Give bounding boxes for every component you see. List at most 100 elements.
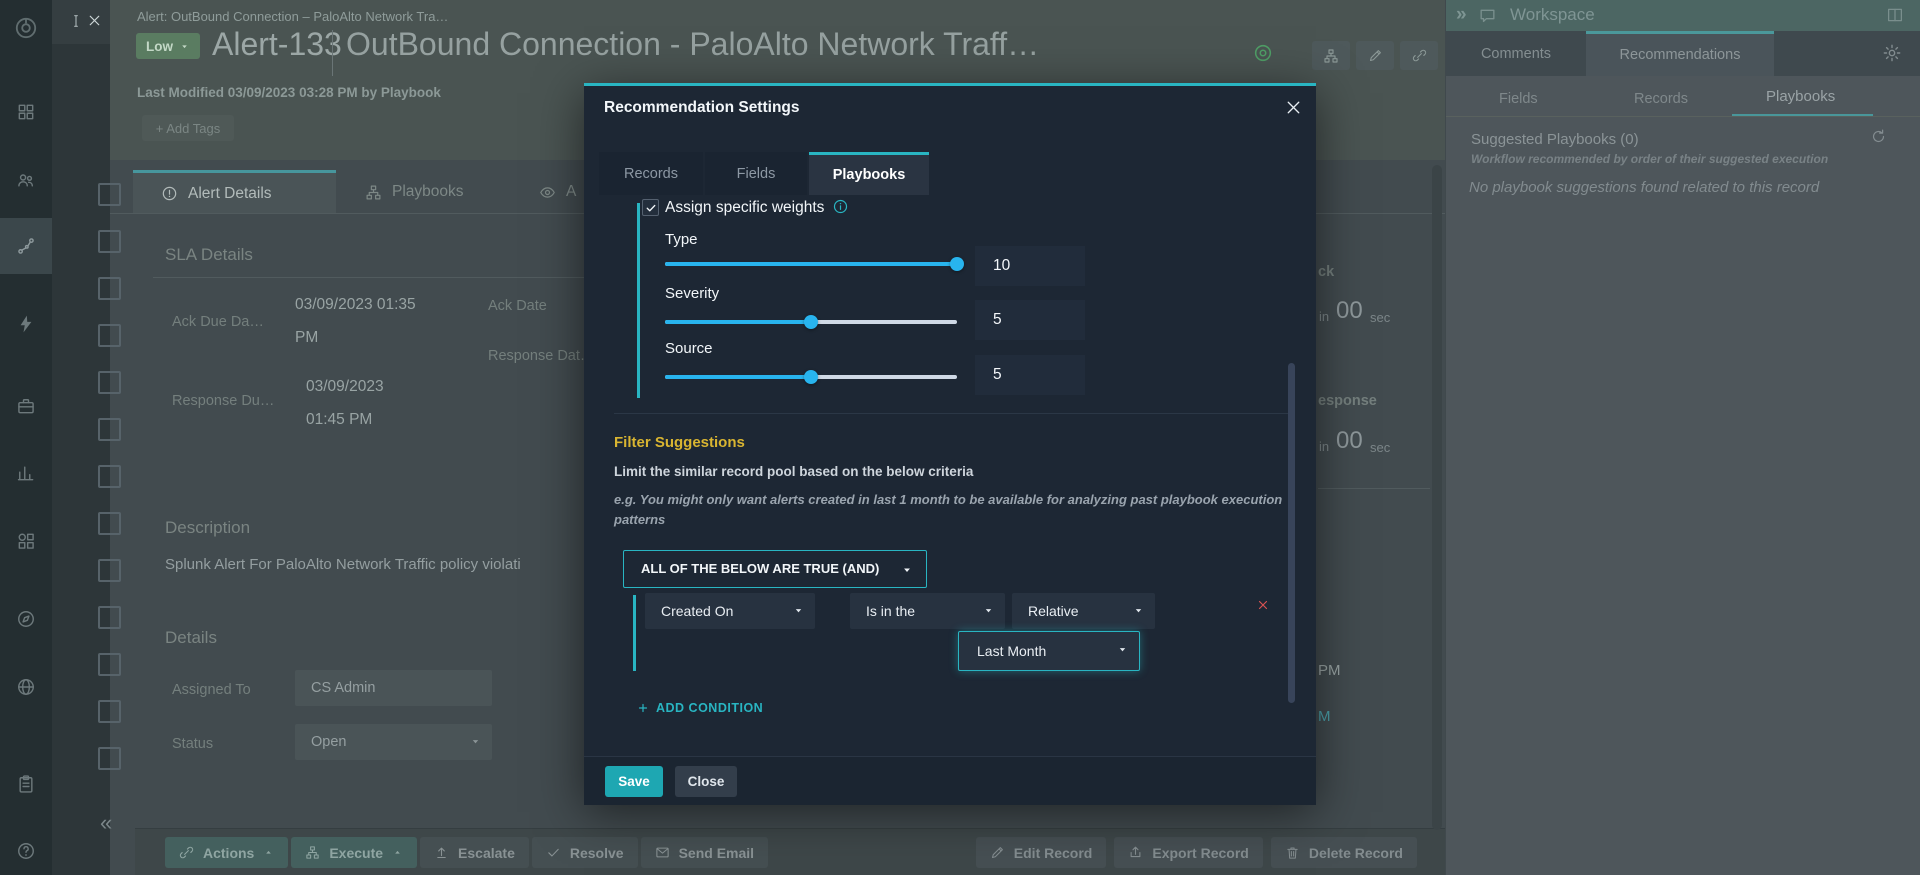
- sitemap-icon: [305, 845, 320, 860]
- record-checkbox[interactable]: [98, 418, 121, 441]
- target-icon: [1252, 42, 1274, 64]
- record-checkbox[interactable]: [98, 371, 121, 394]
- record-checkbox[interactable]: [98, 512, 121, 535]
- type-weight-value[interactable]: 10: [975, 246, 1085, 286]
- record-checkbox[interactable]: [98, 324, 121, 347]
- subtab-records[interactable]: Records: [1634, 91, 1688, 107]
- expand-panel-button[interactable]: »: [1456, 3, 1467, 28]
- source-weight-value[interactable]: 5: [975, 355, 1085, 395]
- sidebar-item-case-management[interactable]: [0, 384, 52, 428]
- condition-field-dropdown[interactable]: Created On: [645, 593, 815, 629]
- info-icon[interactable]: [832, 198, 849, 215]
- record-checkbox[interactable]: [98, 606, 121, 629]
- ack-due-label: Ack Due Da…: [172, 314, 264, 330]
- assigned-to-label: Assigned To: [172, 682, 251, 698]
- subtab-fields[interactable]: Fields: [1499, 91, 1538, 107]
- modal-close-icon[interactable]: [1283, 97, 1304, 118]
- refresh-icon: [1870, 128, 1887, 145]
- sidebar-item-automation[interactable]: [0, 302, 52, 346]
- severity-weight-value[interactable]: 5: [975, 300, 1085, 340]
- columns-icon[interactable]: [1886, 6, 1904, 24]
- condition-value-dropdown[interactable]: Last Month: [958, 631, 1140, 671]
- record-checkbox[interactable]: [98, 183, 121, 206]
- record-checkbox[interactable]: [98, 465, 121, 488]
- alert-id: Alert-133: [212, 26, 342, 63]
- caret-down-icon: [1116, 643, 1129, 656]
- resolve-button[interactable]: Resolve: [532, 837, 638, 868]
- refresh-icon[interactable]: [1870, 128, 1887, 145]
- actions-button[interactable]: Actions: [165, 837, 288, 868]
- escalate-button[interactable]: Escalate: [420, 837, 529, 868]
- status-label: Status: [172, 736, 213, 752]
- record-checkbox[interactable]: [98, 277, 121, 300]
- sidebar-item-navigator[interactable]: [0, 597, 52, 641]
- gear-icon[interactable]: [1882, 43, 1902, 63]
- status-dropdown[interactable]: Open: [295, 724, 492, 760]
- delete-record-button[interactable]: Delete Record: [1271, 837, 1417, 868]
- caret-down-icon: [792, 604, 805, 617]
- breadcrumb: Alert: OutBound Connection – PaloAlto Ne…: [137, 9, 448, 24]
- send-email-button[interactable]: Send Email: [641, 837, 768, 868]
- ack-due-value: 03/09/2023 01:35: [295, 296, 416, 314]
- sidebar-item-threat-intel[interactable]: [0, 665, 52, 709]
- slider-thumb[interactable]: [950, 257, 964, 271]
- add-condition-button[interactable]: ADD CONDITION: [637, 701, 763, 715]
- modal-tab-playbooks[interactable]: Playbooks: [809, 152, 929, 195]
- remove-condition-icon[interactable]: [1256, 598, 1270, 612]
- response-due-value-2: 01:45 PM: [306, 411, 372, 429]
- sidebar-item-incident-response[interactable]: [0, 218, 52, 274]
- playbook-run-button[interactable]: [1312, 41, 1350, 70]
- record-checkbox[interactable]: [98, 653, 121, 676]
- workspace-header: » Workspace: [1446, 0, 1920, 31]
- details-title: Details: [165, 628, 217, 648]
- slider-thumb[interactable]: [804, 370, 818, 384]
- sidebar-item-widgets[interactable]: [0, 519, 52, 563]
- save-button[interactable]: Save: [605, 766, 663, 797]
- tab-recommendations[interactable]: Recommendations: [1586, 31, 1774, 76]
- sidebar-item-dashboard[interactable]: [0, 90, 52, 134]
- close-button[interactable]: Close: [675, 766, 737, 797]
- add-tags-button[interactable]: + Add Tags: [142, 115, 234, 141]
- subtab-playbooks[interactable]: Playbooks: [1766, 88, 1835, 105]
- record-checkbox[interactable]: [98, 230, 121, 253]
- close-icon[interactable]: [86, 12, 103, 29]
- button-label: Actions: [203, 845, 254, 861]
- condition-mode-dropdown[interactable]: Relative: [1012, 593, 1155, 629]
- chat-icon: [1478, 6, 1497, 25]
- export-record-button[interactable]: Export Record: [1114, 837, 1262, 868]
- record-checkbox[interactable]: [98, 747, 121, 770]
- record-checkbox[interactable]: [98, 559, 121, 582]
- edit-record-button[interactable]: Edit Record: [976, 837, 1107, 868]
- link-button[interactable]: [1400, 41, 1438, 70]
- tab-comments[interactable]: Comments: [1461, 31, 1571, 76]
- modal-tab-records[interactable]: Records: [599, 152, 703, 195]
- tab-playbooks[interactable]: Playbooks: [337, 170, 510, 214]
- slider-thumb[interactable]: [804, 315, 818, 329]
- condition-operator-dropdown[interactable]: Is in the: [850, 593, 1005, 629]
- clipped-text-fragment: in: [1319, 309, 1329, 324]
- severity-badge[interactable]: Low: [136, 33, 200, 59]
- caret-down-icon: [469, 735, 482, 748]
- type-weight-slider[interactable]: [665, 262, 957, 266]
- sidebar-item-reports[interactable]: [0, 451, 52, 495]
- plus-icon: [637, 702, 649, 714]
- modal-tab-fields[interactable]: Fields: [705, 152, 807, 195]
- filter-suggestions-title: Filter Suggestions: [614, 434, 745, 451]
- tab-alert-details[interactable]: Alert Details: [133, 170, 336, 214]
- edit-button[interactable]: [1356, 41, 1394, 70]
- logical-operator-dropdown[interactable]: ALL OF THE BELOW ARE TRUE (AND): [623, 550, 927, 588]
- app-logo[interactable]: [0, 8, 52, 48]
- sidebar-item-queues[interactable]: [0, 158, 52, 202]
- record-checkbox[interactable]: [98, 700, 121, 723]
- record-action-bar: ActionsExecuteEscalateResolveSend Email …: [135, 828, 1445, 875]
- caret-down-icon: [469, 735, 482, 748]
- globe-icon: [16, 677, 36, 697]
- collapse-button[interactable]: «: [100, 812, 112, 834]
- sidebar-item-help[interactable]: [0, 831, 52, 871]
- execute-button[interactable]: Execute: [291, 837, 417, 868]
- sidebar-item-tasks[interactable]: [0, 762, 52, 806]
- assign-weights-checkbox[interactable]: [642, 199, 659, 216]
- caret-down-icon: [179, 41, 190, 52]
- modal-scrollbar[interactable]: [1288, 363, 1295, 703]
- main-scrollbar[interactable]: [1432, 165, 1442, 830]
